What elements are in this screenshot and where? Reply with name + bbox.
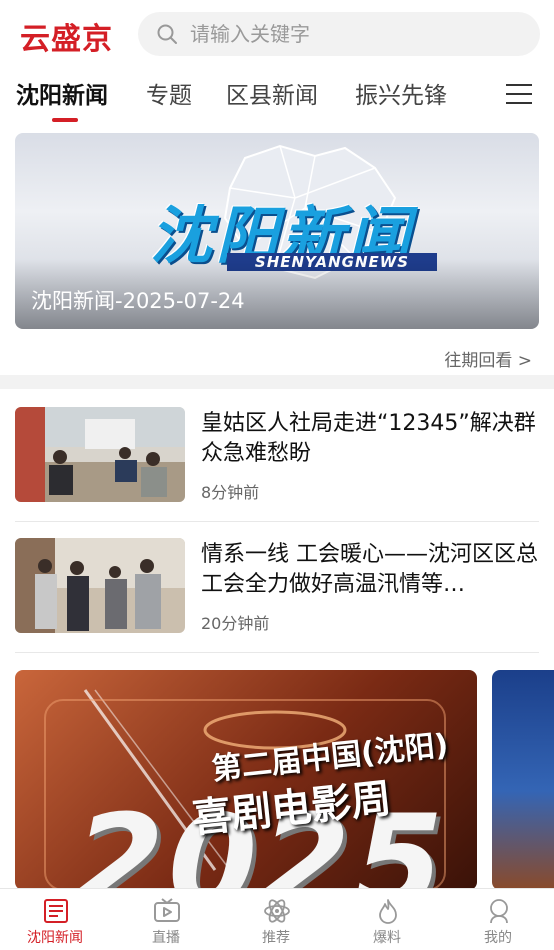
app-root: 云盛京 沈阳新闻 专题 区县新闻 振兴先锋 沈阳新闻 SHENYANGNEWS — [0, 0, 554, 950]
carousel-card[interactable]: 2025 第二届中国(沈阳) 喜剧电影周 — [15, 670, 477, 890]
newspaper-icon — [44, 899, 68, 923]
feature-carousel[interactable]: 2025 第二届中国(沈阳) 喜剧电影周 — [15, 668, 554, 890]
user-icon — [490, 899, 508, 924]
channel-tabs: 沈阳新闻 专题 区县新闻 振兴先锋 — [0, 72, 554, 124]
search-bar[interactable] — [138, 12, 540, 56]
item-divider — [15, 652, 539, 653]
menu-icon[interactable] — [506, 84, 532, 106]
header: 云盛京 — [0, 0, 554, 66]
nav-mine[interactable]: 我的 — [443, 889, 553, 950]
item-divider — [15, 521, 539, 522]
news-timestamp: 20分钟前 — [201, 614, 270, 633]
tv-play-icon — [154, 898, 180, 922]
search-icon — [157, 24, 177, 44]
active-tab-indicator — [52, 118, 78, 122]
nav-label: 直播 — [152, 930, 180, 946]
nav-label: 沈阳新闻 — [27, 930, 83, 946]
news-item[interactable]: 情系一线 工会暖心——沈河区区总工会全力做好高温汛情等… 20分钟前 — [15, 538, 539, 648]
atom-icon — [264, 899, 290, 923]
bottom-navigation: 沈阳新闻 直播 推荐 爆料 我的 — [0, 888, 554, 950]
search-input[interactable] — [190, 12, 520, 56]
video-banner[interactable]: 沈阳新闻 SHENYANGNEWS 沈阳新闻-2025-07-24 — [15, 133, 539, 329]
news-item[interactable]: 皇姑区人社局走进“12345”解决群众急难愁盼 8分钟前 — [15, 407, 539, 517]
nav-shenyang-news[interactable]: 沈阳新闻 — [0, 889, 110, 950]
news-thumbnail — [15, 538, 185, 633]
news-title: 情系一线 工会暖心——沈河区区总工会全力做好高温汛情等… — [201, 542, 538, 597]
nav-label: 爆料 — [373, 930, 401, 946]
past-episodes-link[interactable]: 往期回看 > — [444, 346, 532, 371]
banner-caption: 沈阳新闻-2025-07-24 — [31, 289, 245, 313]
nav-label: 推荐 — [262, 930, 290, 946]
tab-district-news[interactable]: 区县新闻 — [226, 76, 318, 110]
tab-revitalization-pioneer[interactable]: 振兴先锋 — [355, 76, 447, 110]
tab-special[interactable]: 专题 — [146, 76, 192, 110]
app-logo: 云盛京 — [20, 22, 113, 57]
nav-live[interactable]: 直播 — [111, 889, 221, 950]
nav-label: 我的 — [484, 930, 512, 946]
news-title: 皇姑区人社局走进“12345”解决群众急难愁盼 — [201, 411, 536, 466]
nav-tip-off[interactable]: 爆料 — [332, 889, 442, 950]
carousel-card[interactable] — [492, 670, 554, 890]
nav-recommend[interactable]: 推荐 — [221, 889, 331, 950]
news-timestamp: 8分钟前 — [201, 483, 260, 502]
news-thumbnail — [15, 407, 185, 502]
section-divider — [0, 375, 554, 389]
flame-icon — [379, 899, 397, 924]
tab-shenyang-news[interactable]: 沈阳新闻 — [16, 76, 108, 110]
